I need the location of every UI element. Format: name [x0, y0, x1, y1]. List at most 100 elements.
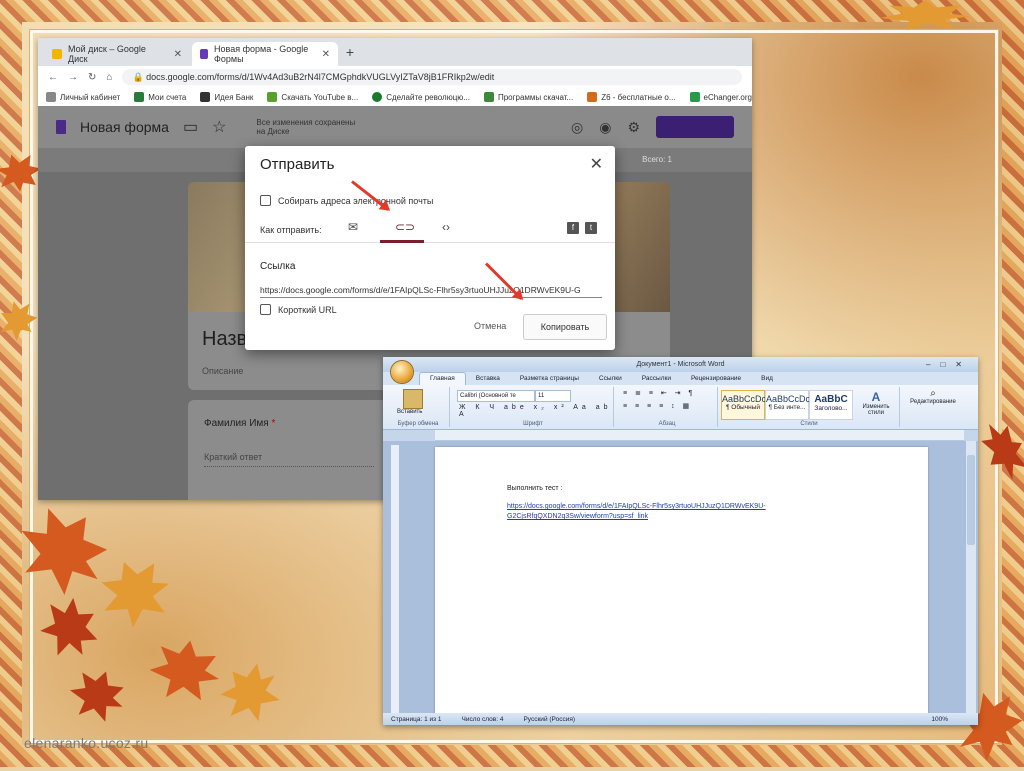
twitter-icon[interactable]: t	[585, 222, 597, 234]
send-method-label: Как отправить:	[260, 225, 322, 235]
ribbon-tab-references[interactable]: Ссылки	[589, 373, 632, 385]
dialog-title: Отправить	[260, 156, 335, 173]
form-description[interactable]: Описание	[202, 366, 243, 376]
bookmark-item[interactable]: eChanger.org - Libe...	[689, 92, 752, 102]
new-tab-button[interactable]: +	[340, 44, 360, 60]
folder-icon[interactable]: ▭	[183, 117, 198, 137]
font-name-select[interactable]: Calibri (Основной те	[457, 390, 535, 402]
style-name: ¶ Без инте...	[768, 404, 806, 411]
change-styles-label: Изменить стили	[862, 404, 890, 416]
bookmark-item[interactable]: Личный кабинет	[46, 92, 120, 102]
bookmark-item[interactable]: Z6 - бесплатные о...	[587, 92, 676, 102]
horizontal-ruler	[435, 430, 964, 441]
question-title[interactable]: Фамилия Имя *	[204, 418, 275, 429]
font-group: Calibri (Основной те 11 Ж К Ч abe x₂ x² …	[453, 387, 614, 427]
scrollbar-thumb[interactable]	[967, 455, 975, 545]
forms-header: Новая форма ▭ ☆ Все изменения сохранены …	[38, 106, 752, 148]
send-button[interactable]	[656, 116, 734, 138]
document-hyperlink[interactable]: https://docs.google.com/forms/d/e/1FAIpQ…	[507, 502, 837, 522]
page-icon	[46, 92, 56, 102]
email-icon[interactable]: ✉	[348, 220, 358, 234]
status-page-count[interactable]: Страница: 1 из 1	[391, 716, 442, 723]
home-icon[interactable]: ⌂	[106, 72, 112, 83]
browser-tab-forms[interactable]: Новая форма - Google Формы ✕	[192, 42, 338, 66]
short-url-checkbox[interactable]	[260, 304, 271, 315]
bookmark-label: eChanger.org - Libe...	[703, 92, 752, 102]
change-styles-button[interactable]: A Изменить стили	[857, 390, 895, 416]
bookmark-label: Z6 - бесплатные о...	[601, 92, 676, 102]
style-heading[interactable]: AaBbC Заголово...	[809, 390, 853, 420]
url-field[interactable]: 🔒 docs.google.com/forms/d/1Wv4Ad3uB2rN4l…	[122, 69, 742, 85]
styles-group: AaBbCcDc ¶ Обычный AaBbCcDc ¶ Без инте... …	[719, 387, 900, 427]
cancel-button[interactable]: Отмена	[474, 321, 506, 331]
preview-eye-icon[interactable]: ◉	[599, 119, 611, 136]
ribbon: Вставить Буфер обмена Calibri (Основной …	[383, 385, 978, 430]
reload-icon[interactable]: ↻	[88, 72, 96, 83]
ribbon-tab-view[interactable]: Вид	[751, 373, 783, 385]
bookmarks-bar: Личный кабинет Мои счета Идея Банк Скача…	[38, 88, 752, 107]
align-buttons[interactable]: ≡ ≡ ≡ ≡ ↕ ▦	[623, 402, 692, 410]
zoom-level[interactable]: 100%	[931, 716, 978, 723]
short-url-label: Короткий URL	[278, 305, 337, 315]
tab-label: Мой диск – Google Диск	[67, 44, 146, 64]
close-icon[interactable]: ✕	[590, 154, 603, 174]
word-window: Документ1 - Microsoft Word –□✕ Главная В…	[383, 357, 978, 725]
editing-button[interactable]: ⌕ Редактирование	[903, 388, 963, 405]
list-buttons[interactable]: ≡ ≣ ≡ ⇤ ⇥ ¶	[623, 389, 695, 397]
group-label: Абзац	[658, 421, 676, 427]
bookmark-item[interactable]: Мои счета	[134, 92, 186, 102]
font-format-buttons[interactable]: Ж К Ч abe x₂ x² Aa ab A	[459, 404, 613, 418]
ribbon-tab-insert[interactable]: Вставка	[466, 373, 510, 385]
document-page[interactable]: Выполнить тест : https://docs.google.com…	[435, 447, 928, 725]
bookmark-item[interactable]: Сделайте революцю...	[372, 92, 470, 102]
copy-button[interactable]: Копировать	[523, 314, 607, 340]
ribbon-tab-page-layout[interactable]: Разметка страницы	[510, 373, 589, 385]
group-label: Стили	[800, 421, 818, 427]
palette-icon[interactable]: ◎	[571, 119, 583, 136]
style-sample: AaBbCcDc	[766, 394, 811, 404]
bookmark-label: Сделайте революцю...	[386, 92, 470, 102]
style-normal[interactable]: AaBbCcDc ¶ Обычный	[721, 390, 766, 420]
forms-document-icon	[56, 120, 66, 134]
bookmark-item[interactable]: Идея Банк	[200, 92, 253, 102]
form-name[interactable]: Новая форма	[80, 119, 169, 135]
address-bar-row: ← → ↻ ⌂ 🔒 docs.google.com/forms/d/1Wv4Ad…	[38, 66, 752, 88]
form-link-field[interactable]: https://docs.google.com/forms/d/e/1FAIpQ…	[260, 285, 602, 298]
browser-tab-drive[interactable]: Мой диск – Google Диск ✕	[44, 42, 190, 66]
close-tab-icon[interactable]: ✕	[322, 49, 330, 60]
bookmark-label: Скачать YouTube в...	[281, 92, 359, 102]
facebook-icon[interactable]: f	[567, 222, 579, 234]
collect-emails-checkbox[interactable]	[260, 195, 271, 206]
link-section-label: Ссылка	[260, 261, 296, 272]
bookmark-item[interactable]: Скачать YouTube в...	[267, 92, 358, 102]
status-language[interactable]: Русский (Россия)	[523, 716, 575, 723]
page-icon	[372, 92, 383, 102]
vertical-scrollbar[interactable]	[966, 441, 976, 713]
paste-button-label[interactable]: Вставить	[397, 409, 422, 415]
bookmark-item[interactable]: Программы скачат...	[483, 92, 573, 102]
font-size-select[interactable]: 11	[535, 390, 571, 402]
window-controls[interactable]: –□✕	[926, 357, 972, 372]
tab-label: Новая форма - Google Формы	[214, 44, 309, 64]
document-heading-text: Выполнить тест :	[507, 485, 563, 492]
embed-html-icon[interactable]: ‹›	[442, 220, 450, 234]
status-word-count[interactable]: Число слов: 4	[462, 716, 504, 723]
link-icon[interactable]: ⊂⊃	[395, 220, 415, 234]
close-tab-icon[interactable]: ✕	[174, 49, 182, 60]
office-button-icon[interactable]	[391, 361, 413, 383]
forward-icon[interactable]: →	[68, 72, 78, 83]
send-method-row: Как отправить: ✉ ⊂⊃ ‹› f t	[245, 216, 615, 243]
style-name: ¶ Обычный	[725, 404, 761, 411]
ribbon-tab-home[interactable]: Главная	[419, 372, 466, 385]
settings-gear-icon[interactable]: ⚙	[627, 119, 640, 136]
ribbon-tab-review[interactable]: Рецензирование	[681, 373, 751, 385]
short-answer-placeholder: Краткий ответ	[204, 452, 374, 467]
word-status-bar: Страница: 1 из 1 Число слов: 4 Русский (…	[383, 713, 978, 725]
star-icon[interactable]: ☆	[212, 117, 226, 137]
style-no-spacing[interactable]: AaBbCcDc ¶ Без инте...	[765, 390, 811, 420]
paste-icon[interactable]	[403, 389, 423, 409]
back-icon[interactable]: ←	[48, 72, 58, 83]
editing-label: Редактирование	[910, 399, 956, 405]
active-tab-indicator	[380, 240, 424, 243]
ribbon-tab-mailings[interactable]: Рассылки	[632, 373, 681, 385]
